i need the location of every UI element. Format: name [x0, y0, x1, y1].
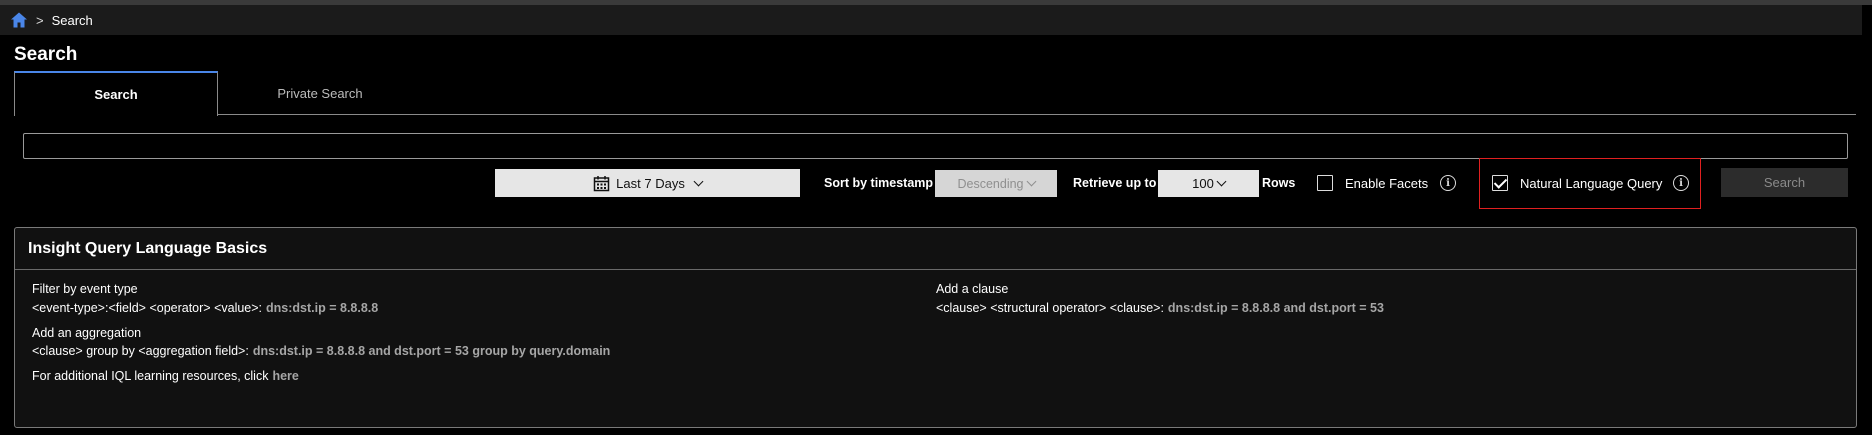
filter-syntax: <event-type>:<field> <operator> <value>: [32, 301, 263, 315]
chevron-down-icon [1026, 176, 1036, 187]
enable-facets-label: Enable Facets [1345, 175, 1429, 191]
rows-select[interactable]: 100 [1158, 170, 1259, 197]
info-icon[interactable]: i [1440, 175, 1456, 191]
aggregation-heading: Add an aggregation [32, 326, 142, 340]
sort-order-value: Descending [957, 176, 1024, 191]
highlight-box [1479, 158, 1701, 209]
tab-bar: Search Private Search [14, 71, 1856, 116]
breadcrumb-current: Search [51, 12, 93, 28]
retrieve-label: Retrieve up to [1073, 176, 1157, 190]
aggregation-line: <clause> group by <aggregation field>: dn… [32, 344, 610, 358]
tab-private-search[interactable]: Private Search [218, 71, 422, 115]
sort-order-select[interactable]: Descending [935, 170, 1057, 197]
filter-example: dns:dst.ip = 8.8.8.8 [266, 301, 379, 315]
aggregation-syntax: <clause> group by <aggregation field>: [32, 344, 249, 358]
date-range-label: Last 7 Days [616, 175, 685, 191]
resources-line: For additional IQL learning resources, c… [32, 369, 299, 383]
search-button[interactable]: Search [1721, 168, 1848, 197]
breadcrumb: > Search [0, 5, 1862, 35]
calendar-icon [593, 175, 610, 191]
clause-example: dns:dst.ip = 8.8.8.8 and dst.port = 53 [1167, 301, 1384, 315]
aggregation-example: dns:dst.ip = 8.8.8.8 and dst.port = 53 g… [252, 344, 611, 358]
tab-search[interactable]: Search [14, 71, 218, 116]
breadcrumb-separator: > [36, 12, 44, 28]
chevron-down-icon [693, 176, 704, 186]
resources-text: For additional IQL learning resources, c… [32, 369, 269, 383]
clause-heading: Add a clause [936, 282, 1009, 296]
search-input[interactable] [23, 133, 1848, 159]
sort-label: Sort by timestamp [824, 176, 934, 190]
filter-heading: Filter by event type [32, 282, 138, 296]
home-icon[interactable] [10, 11, 28, 29]
iql-basics-panel: Insight Query Language Basics Filter by … [14, 227, 1857, 428]
rows-label: Rows [1262, 176, 1296, 190]
panel-body: Filter by event type <event-type>:<field… [15, 270, 1856, 428]
clause-syntax: <clause> <structural operator> <clause>: [936, 301, 1164, 315]
panel-title: Insight Query Language Basics [15, 228, 1856, 270]
chevron-down-icon [1216, 176, 1227, 187]
rows-value: 100 [1192, 176, 1214, 191]
filter-line: <event-type>:<field> <operator> <value>:… [32, 301, 378, 315]
date-range-button[interactable]: Last 7 Days [495, 169, 800, 197]
page-title: Search [14, 44, 78, 65]
resources-link[interactable]: here [272, 369, 298, 383]
clause-line: <clause> <structural operator> <clause>:… [936, 301, 1384, 315]
enable-facets-checkbox[interactable] [1317, 175, 1333, 191]
